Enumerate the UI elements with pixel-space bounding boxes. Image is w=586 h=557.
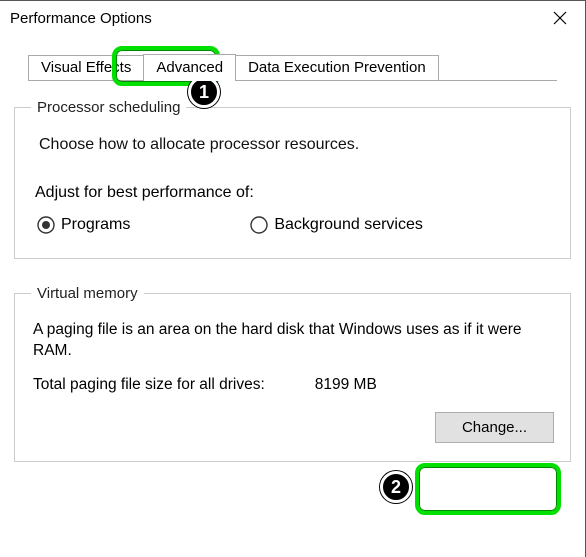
change-button[interactable]: Change...	[435, 412, 554, 443]
processor-scheduling-legend: Processor scheduling	[31, 99, 186, 116]
radio-background[interactable]: Background services	[250, 216, 423, 234]
radio-background-label: Background services	[274, 216, 423, 234]
window-title: Performance Options	[10, 10, 152, 27]
vm-desc: A paging file is an area on the hard dis…	[33, 320, 554, 362]
virtual-memory-legend: Virtual memory	[31, 285, 144, 302]
annotation-highlight-2	[415, 463, 561, 515]
close-button[interactable]	[537, 3, 583, 33]
radio-unselected-icon	[250, 216, 268, 234]
annotation-badge-2: 2	[380, 471, 412, 503]
tab-advanced[interactable]: Advanced	[143, 54, 236, 81]
vm-total-value: 8199 MB	[315, 376, 377, 394]
vm-total-label: Total paging file size for all drives:	[33, 376, 265, 394]
close-icon	[553, 11, 567, 25]
tab-visual-effects[interactable]: Visual Effects	[28, 55, 144, 80]
titlebar: Performance Options	[0, 1, 585, 35]
adjust-label: Adjust for best performance of:	[35, 184, 554, 202]
tab-strip: Visual Effects Advanced Data Execution P…	[28, 51, 557, 81]
tab-dep[interactable]: Data Execution Prevention	[235, 55, 439, 80]
virtual-memory-group: Virtual memory A paging file is an area …	[14, 285, 571, 462]
processor-desc: Choose how to allocate processor resourc…	[39, 136, 554, 154]
processor-scheduling-group: Processor scheduling Choose how to alloc…	[14, 99, 571, 259]
radio-programs-label: Programs	[61, 216, 130, 234]
radio-selected-icon	[37, 216, 55, 234]
radio-programs[interactable]: Programs	[37, 216, 130, 234]
